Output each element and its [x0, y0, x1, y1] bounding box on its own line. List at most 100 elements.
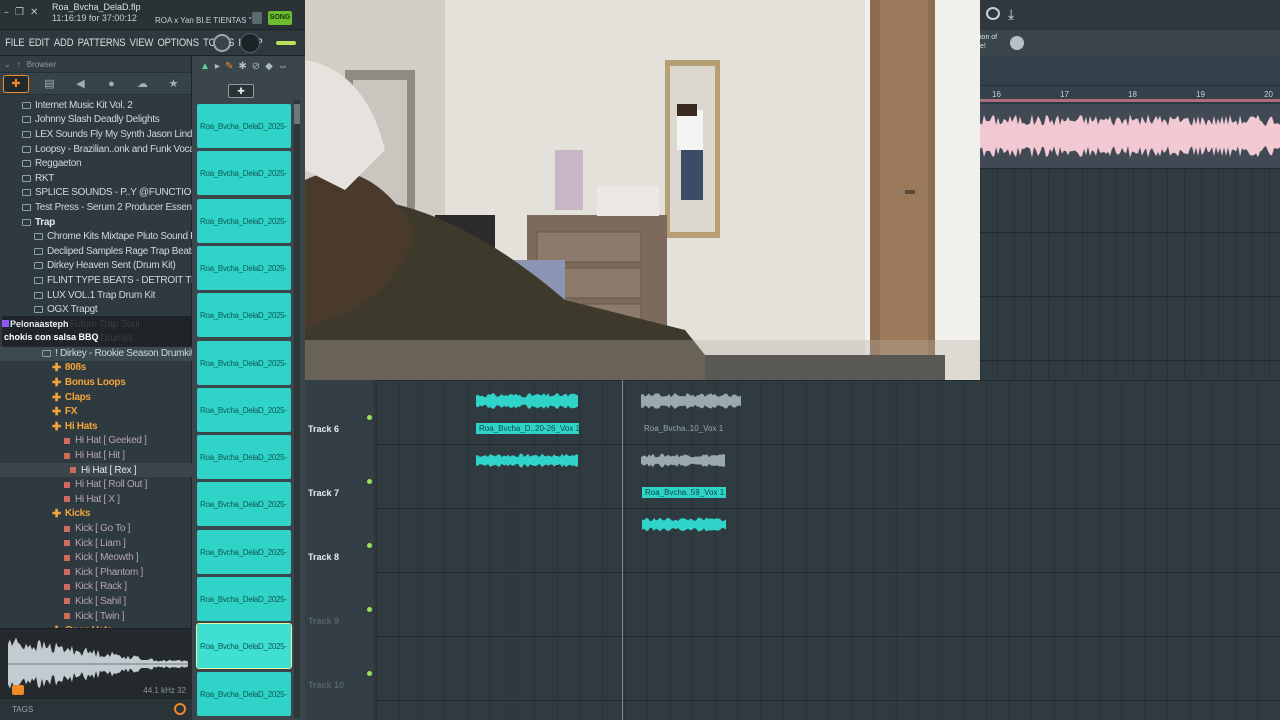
- browser-item[interactable]: OGX Trapgt: [0, 302, 192, 317]
- arrow-icon[interactable]: ▸: [215, 61, 220, 72]
- rack-clip[interactable]: Roa_Bvcha_DelaD_2025-: [197, 151, 291, 196]
- magnet-icon[interactable]: ▲: [200, 61, 210, 72]
- pattern-selector[interactable]: [252, 12, 262, 24]
- tempo-slider[interactable]: [276, 41, 296, 45]
- browser-item[interactable]: Johnny Slash Deadly Delights: [0, 113, 192, 128]
- rack-clip[interactable]: Roa_Bvcha_DelaD_2025-: [197, 482, 291, 527]
- browser-item[interactable]: Hi Hat [ X ]: [0, 492, 192, 507]
- browser-item[interactable]: ✚ Bonus Loops: [0, 375, 192, 390]
- arrow-down-icon[interactable]: ⌄: [4, 60, 11, 69]
- track-name[interactable]: Track 10: [308, 680, 344, 690]
- globe-icon[interactable]: [1010, 36, 1024, 50]
- download-icon[interactable]: ⤓: [1008, 6, 1014, 23]
- track-name[interactable]: Track 7: [308, 488, 339, 498]
- browser-item[interactable]: Loopsy - Brazilian..onk and Funk Vocals: [0, 142, 192, 157]
- browser-item[interactable]: ✚ FX: [0, 404, 192, 419]
- browser-item[interactable]: Kick [ Phantom ]: [0, 565, 192, 580]
- search-icon[interactable]: [174, 703, 186, 715]
- rack-clip[interactable]: Roa_Bvcha_DelaD_2025-: [197, 529, 291, 574]
- browser-item[interactable]: Kick [ Sahil ]: [0, 594, 192, 609]
- browser-item[interactable]: Test Press - Serum 2 Producer Essentials: [0, 200, 192, 215]
- track-mute-led[interactable]: [367, 543, 372, 548]
- rack-clip[interactable]: Roa_Bvcha_DelaD_2025-: [197, 387, 291, 432]
- mute-icon[interactable]: ◆: [265, 61, 273, 72]
- menu-options[interactable]: OPTIONS: [157, 37, 199, 49]
- restore-icon[interactable]: ❐: [15, 7, 24, 18]
- browser-item[interactable]: Kick [ Twin ]: [0, 609, 192, 624]
- rack-clip[interactable]: Roa_Bvcha_DelaD_2025-: [197, 245, 291, 290]
- timeline-ruler[interactable]: 16 17 18 19 20: [980, 86, 1280, 102]
- favorites-icon[interactable]: ★: [158, 75, 189, 93]
- add-clip-button[interactable]: ✚: [228, 84, 254, 98]
- menu-view[interactable]: VIEW: [130, 37, 154, 49]
- minimize-icon[interactable]: –: [4, 7, 9, 18]
- track-name[interactable]: Track 6: [308, 424, 339, 434]
- delete-icon[interactable]: ⊘: [252, 61, 260, 72]
- menu-edit[interactable]: EDIT: [29, 37, 50, 49]
- browser-item[interactable]: LEX Sounds Fly My Synth Jason Lindner: [0, 127, 192, 142]
- browser-item[interactable]: Kick [ Go To ]: [0, 521, 192, 536]
- rack-scrollbar[interactable]: [294, 100, 300, 718]
- tags-label[interactable]: TAGS: [12, 705, 33, 714]
- master-volume-knob[interactable]: [213, 34, 231, 52]
- menu-patterns[interactable]: PATTERNS: [78, 37, 126, 49]
- browser-item[interactable]: Reggaeton: [0, 156, 192, 171]
- browser-item[interactable]: FLINT TYPE BEATS - DETROIT TRAP: [0, 273, 192, 288]
- menu-file[interactable]: FILE: [5, 37, 24, 49]
- browser-item[interactable]: Kick [ Rack ]: [0, 580, 192, 595]
- browser-item[interactable]: Hi Hat [ Rex ]: [0, 462, 192, 478]
- track-mute-led[interactable]: [367, 671, 372, 676]
- close-icon[interactable]: ✕: [30, 7, 38, 18]
- browser-item[interactable]: Kick [ Liam ]: [0, 536, 192, 551]
- scroll-thumb[interactable]: [294, 104, 300, 124]
- browser-item[interactable]: Decliped Samples Rage Trap Beats: [0, 244, 192, 259]
- playlist-clip[interactable]: [476, 382, 579, 420]
- playlist-clip[interactable]: [641, 382, 741, 420]
- browser-item[interactable]: Trap: [0, 215, 192, 230]
- browser-item[interactable]: ✚ Claps: [0, 390, 192, 405]
- all-folders-icon[interactable]: ✚: [3, 74, 29, 93]
- chat-icon[interactable]: [986, 7, 1000, 20]
- playlist-clip[interactable]: Roa_Bvcha_D..20-26_Vox 1: [476, 423, 579, 487]
- playlist-clip[interactable]: Roa_Bvcha..10_Vox 1: [641, 423, 726, 487]
- play-preview-icon[interactable]: [12, 685, 24, 695]
- rack-clip[interactable]: Roa_Bvcha_DelaD_2025-: [197, 198, 291, 243]
- slip-icon[interactable]: ⇔: [278, 61, 288, 72]
- playhead[interactable]: [622, 380, 623, 720]
- browser-item[interactable]: ✚ 808s: [0, 361, 192, 376]
- rack-clip[interactable]: Roa_Bvcha_DelaD_2025-: [197, 671, 291, 716]
- rack-clip[interactable]: Roa_Bvcha_DelaD_2025-: [197, 340, 291, 385]
- project-files-icon[interactable]: ▤: [34, 75, 65, 93]
- plugin-icon[interactable]: ◀: [65, 75, 96, 93]
- song-mode-button[interactable]: SONG: [268, 11, 292, 25]
- cloud-icon[interactable]: ☁: [127, 75, 158, 93]
- audio-clip-upper[interactable]: [980, 104, 1280, 168]
- track-mute-led[interactable]: [367, 607, 372, 612]
- arrow-up-icon[interactable]: ↑: [17, 60, 21, 69]
- paint-icon[interactable]: ✱: [238, 61, 246, 72]
- rack-clip[interactable]: Roa_Bvcha_DelaD_2025-: [197, 435, 291, 480]
- browser-item[interactable]: SPLICE SOUNDS - P..Y @FUNCTION LLOPS: [0, 186, 192, 201]
- browser-item[interactable]: ✚ Hi Hats: [0, 419, 192, 434]
- rack-clip[interactable]: Roa_Bvcha_DelaD_2025-: [197, 577, 291, 621]
- browser-item[interactable]: Dirkey Heaven Sent (Drum Kit): [0, 259, 192, 274]
- browser-item[interactable]: Kick [ Meowth ]: [0, 550, 192, 565]
- pencil-icon[interactable]: ✎: [225, 61, 233, 72]
- master-pitch-knob[interactable]: [240, 33, 260, 53]
- track-name[interactable]: Track 8: [308, 552, 339, 562]
- plugin-db-icon[interactable]: ●: [96, 75, 127, 93]
- track-name[interactable]: Track 9: [308, 616, 339, 626]
- browser-item[interactable]: Hi Hat [ Roll Out ]: [0, 477, 192, 492]
- browser-item[interactable]: ! Dirkey - Rookie Season Drumkit: [0, 346, 192, 361]
- rack-clip[interactable]: Roa_Bvcha_DelaD_2025-: [196, 623, 292, 670]
- browser-item[interactable]: Hi Hat [ Geeked ]: [0, 434, 192, 449]
- browser-item[interactable]: ✚ Kicks: [0, 507, 192, 522]
- menu-add[interactable]: ADD: [54, 37, 74, 49]
- rack-clip[interactable]: Roa_Bvcha_DelaD_2025-: [197, 293, 291, 338]
- rack-clip[interactable]: Roa_Bvcha_DelaD_2025-: [197, 104, 291, 148]
- browser-item[interactable]: Internet Music Kit Vol. 2: [0, 98, 192, 113]
- browser-item[interactable]: RKT: [0, 171, 192, 186]
- track-mute-led[interactable]: [367, 415, 372, 420]
- sample-preview[interactable]: 44.1 kHz 32: [0, 628, 192, 698]
- track-mute-led[interactable]: [367, 479, 372, 484]
